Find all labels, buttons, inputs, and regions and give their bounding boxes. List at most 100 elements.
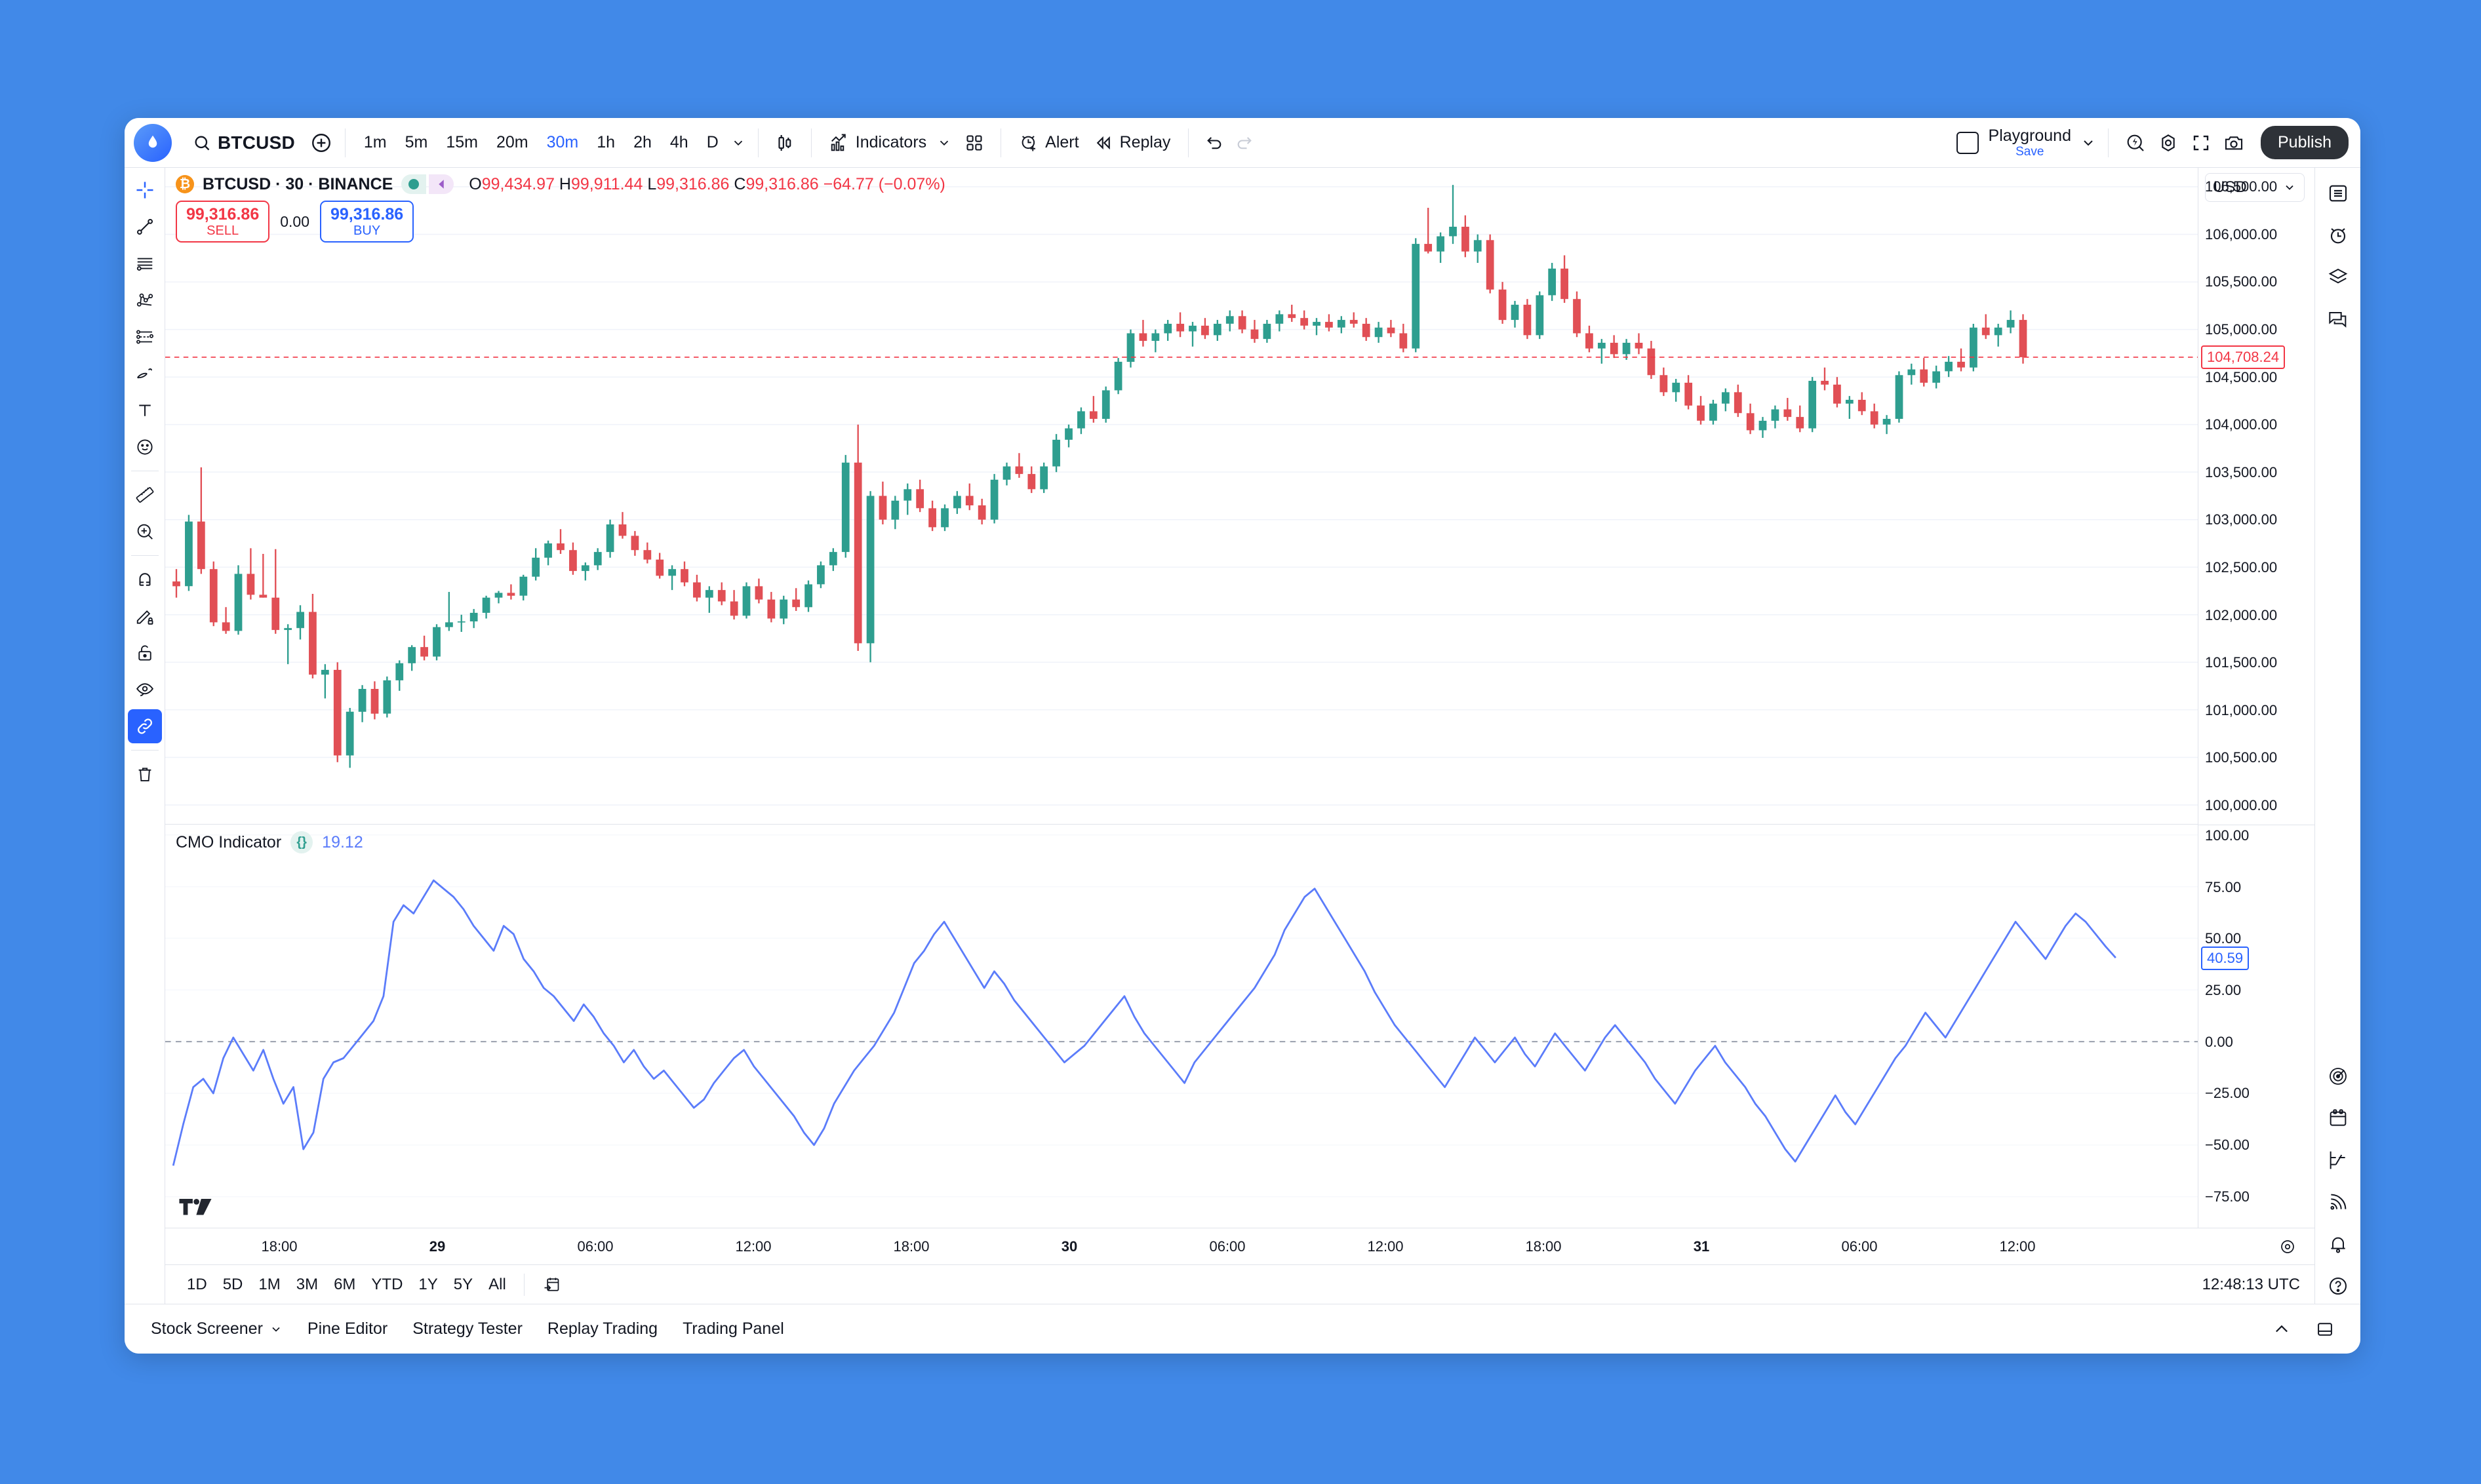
divider <box>1188 128 1189 157</box>
price-tick: 105,000.00 <box>2205 321 2278 338</box>
time-tick: 30 <box>1061 1238 1078 1255</box>
data-window-layers-icon[interactable] <box>2320 260 2356 295</box>
chevron-down-icon[interactable] <box>937 136 951 150</box>
price-scale[interactable]: USD 106,500.00 106,000.00 105,500.00 105,00… <box>2198 168 2314 1228</box>
timeframe-15m[interactable]: 15m <box>438 128 486 157</box>
price-tick: 106,500.00 <box>2205 178 2278 195</box>
calendar-icon[interactable] <box>2320 1101 2356 1136</box>
range-5Y[interactable]: 5Y <box>447 1272 480 1298</box>
grid-templates-icon[interactable] <box>959 127 990 159</box>
chevron-down-icon[interactable] <box>2079 134 2097 152</box>
cmo-legend: CMO Indicator {} 19.12 <box>176 831 363 853</box>
footer-pine-editor[interactable]: Pine Editor <box>298 1314 397 1344</box>
search-input[interactable]: BTCUSD <box>186 128 302 157</box>
text-tool-icon[interactable] <box>128 393 162 427</box>
range-1Y[interactable]: 1Y <box>411 1272 445 1298</box>
low-value: 99,316.86 <box>656 174 730 193</box>
fullscreen-icon[interactable] <box>2185 127 2217 159</box>
layout-name-button[interactable]: Playground Save <box>1983 124 2076 161</box>
price-pane[interactable]: ₿ BTCUSD · 30 · BINANCE O99,434.97 H99,9… <box>165 168 2198 825</box>
time-tick: 12:00 <box>1367 1238 1404 1255</box>
footer-strategy-tester[interactable]: Strategy Tester <box>403 1314 532 1344</box>
pattern-chart-icon[interactable] <box>2320 1142 2356 1178</box>
magnet-icon[interactable] <box>128 562 162 596</box>
buy-button[interactable]: 99,316.86 BUY <box>319 201 414 243</box>
drawing-mode-icon[interactable] <box>128 599 162 633</box>
time-scale[interactable]: 18:00 29 06:00 12:00 18:00 30 06:00 12:00 18:00 3… <box>165 1228 2314 1264</box>
timeframe-1h[interactable]: 1h <box>589 128 623 157</box>
notifications-bell-icon[interactable] <box>2320 1226 2356 1262</box>
broadcast-icon[interactable] <box>2320 1184 2356 1220</box>
timeframe-D[interactable]: D <box>699 128 726 157</box>
horizontal-lines-icon[interactable] <box>128 246 162 281</box>
emoji-icon[interactable] <box>128 430 162 464</box>
top-toolbar: BTCUSD 1m 5m 15m 20m 30m 1h 2h 4h D Indi… <box>125 118 2360 168</box>
brush-icon[interactable] <box>128 357 162 391</box>
remove-drawings-icon[interactable] <box>128 757 162 791</box>
sell-button[interactable]: 99,316.86 SELL <box>176 201 270 243</box>
fib-retracement-icon[interactable] <box>128 320 162 354</box>
range-All[interactable]: All <box>481 1272 513 1298</box>
range-YTD[interactable]: YTD <box>364 1272 410 1298</box>
tradingview-window: BTCUSD 1m 5m 15m 20m 30m 1h 2h 4h D Indi… <box>125 118 2360 1354</box>
layout-square-icon[interactable] <box>1952 127 1983 159</box>
watchlist-icon[interactable] <box>2320 176 2356 211</box>
range-5D[interactable]: 5D <box>216 1272 250 1298</box>
cmo-value-tag: 40.59 <box>2201 946 2250 970</box>
range-3M[interactable]: 3M <box>289 1272 325 1298</box>
publish-button[interactable]: Publish <box>2261 126 2349 159</box>
timeframe-1m[interactable]: 1m <box>356 128 395 157</box>
footer-replay-trading[interactable]: Replay Trading <box>538 1314 667 1344</box>
close-key: C <box>734 174 746 193</box>
plus-circle-icon[interactable] <box>308 130 334 156</box>
lightning-search-icon[interactable] <box>2119 127 2152 159</box>
go-to-date-icon[interactable] <box>535 1272 568 1298</box>
ohlc-values: O99,434.97 H99,911.44 L99,316.86 C99,316… <box>469 175 945 194</box>
timeframe-5m[interactable]: 5m <box>397 128 436 157</box>
timeframe-2h[interactable]: 2h <box>625 128 660 157</box>
gear-icon[interactable] <box>2152 127 2185 159</box>
price-scale-main[interactable]: USD 106,500.00 106,000.00 105,500.00 105,00… <box>2198 168 2314 825</box>
series-style-toggle[interactable] <box>401 174 454 194</box>
candlestick-icon[interactable] <box>769 127 801 159</box>
hide-drawings-icon[interactable] <box>128 673 162 707</box>
replay-button[interactable]: Replay <box>1086 128 1178 158</box>
sell-label: SELL <box>207 224 239 238</box>
timeframe-20m[interactable]: 20m <box>488 128 536 157</box>
chat-icon[interactable] <box>2320 302 2356 337</box>
tradingview-logo-icon[interactable] <box>134 123 172 162</box>
lock-drawings-icon[interactable] <box>128 636 162 670</box>
alert-button[interactable]: Alert <box>1012 128 1086 158</box>
maximize-panel-icon[interactable] <box>2307 1315 2343 1344</box>
zoom-in-icon[interactable] <box>128 515 162 549</box>
timeframe-30m[interactable]: 30m <box>539 128 587 157</box>
camera-icon[interactable] <box>2217 127 2250 159</box>
bottom-panel-bar: Stock Screener Pine Editor Strategy Test… <box>125 1304 2360 1354</box>
alerts-clock-icon[interactable] <box>2320 218 2356 253</box>
range-1M[interactable]: 1M <box>251 1272 287 1298</box>
trend-line-icon[interactable] <box>128 210 162 244</box>
price-tick: 103,500.00 <box>2205 463 2278 480</box>
footer-stock-screener[interactable]: Stock Screener <box>142 1314 292 1344</box>
chevron-up-icon[interactable] <box>2263 1315 2300 1344</box>
redo-icon[interactable] <box>1229 128 1260 158</box>
gear-icon[interactable] <box>2279 1238 2296 1255</box>
price-scale-cmo[interactable]: 100.00 75.00 50.00 25.00 0.00 −25.00 −50.00 −75… <box>2198 825 2314 1228</box>
undo-icon[interactable] <box>1199 128 1229 158</box>
sync-drawings-icon[interactable] <box>127 709 162 743</box>
indicators-button[interactable]: Indicators <box>822 128 959 158</box>
pine-source-icon[interactable]: {} <box>290 831 313 853</box>
measure-ruler-icon[interactable] <box>128 478 162 512</box>
range-1D[interactable]: 1D <box>180 1272 214 1298</box>
price-tick: 102,500.00 <box>2205 558 2278 576</box>
footer-trading-panel[interactable]: Trading Panel <box>673 1314 793 1344</box>
pitchfork-icon[interactable] <box>128 283 162 317</box>
open-key: O <box>469 174 482 193</box>
chevron-down-icon[interactable] <box>729 134 747 152</box>
cmo-pane[interactable]: CMO Indicator {} 19.12 <box>165 825 2198 1228</box>
timeframe-4h[interactable]: 4h <box>662 128 696 157</box>
range-6M[interactable]: 6M <box>327 1272 363 1298</box>
cross-cursor-icon[interactable] <box>128 173 162 207</box>
ideas-radar-icon[interactable] <box>2320 1059 2356 1094</box>
help-icon[interactable] <box>2320 1268 2356 1304</box>
